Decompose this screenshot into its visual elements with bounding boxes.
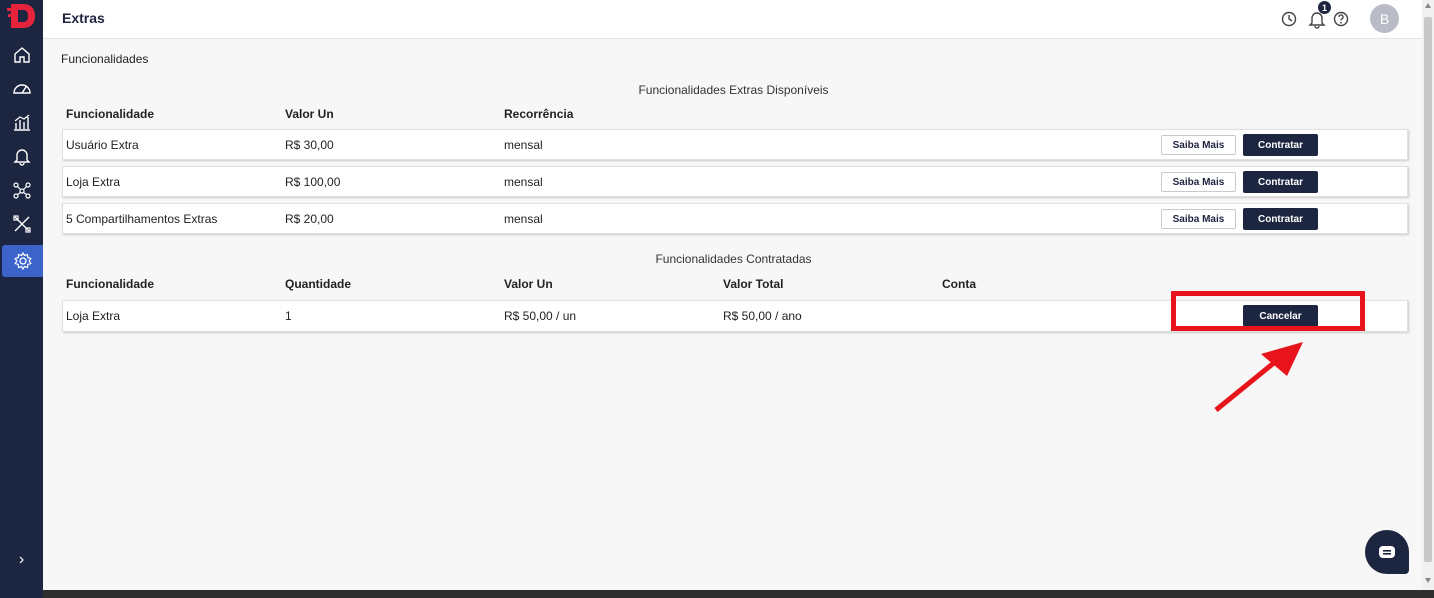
learn-more-button[interactable]: Saiba Mais xyxy=(1161,172,1236,192)
scrollbar-thumb[interactable] xyxy=(1424,17,1432,562)
available-header-unit-price: Valor Un xyxy=(285,107,334,121)
app-logo[interactable] xyxy=(7,2,37,30)
learn-more-button[interactable]: Saiba Mais xyxy=(1161,209,1236,229)
available-header-feature: Funcionalidade xyxy=(66,107,155,121)
sidebar-item-settings[interactable] xyxy=(2,245,43,277)
contracted-header-account: Conta xyxy=(942,277,976,291)
sidebar: › xyxy=(0,0,43,598)
tools-icon xyxy=(12,215,31,233)
row-feature-name: Usuário Extra xyxy=(66,138,139,152)
row-feature-name: Loja Extra xyxy=(66,309,121,323)
row-recurrence: mensal xyxy=(504,175,543,189)
sidebar-item-reports[interactable] xyxy=(0,106,43,138)
user-avatar[interactable]: B xyxy=(1370,4,1399,33)
sidebar-item-integrations[interactable] xyxy=(0,174,43,206)
history-clock-icon[interactable] xyxy=(1279,9,1299,29)
main-content: Extras 1 B Funcionalidades Funcionalidad… xyxy=(43,0,1422,590)
section-label: Funcionalidades xyxy=(61,52,149,66)
hire-button[interactable]: Contratar xyxy=(1243,134,1318,156)
chat-support-button[interactable] xyxy=(1365,530,1409,574)
row-unit-price: R$ 20,00 xyxy=(285,212,334,226)
learn-more-button[interactable]: Saiba Mais xyxy=(1161,135,1236,155)
available-header-recurrence: Recorrência xyxy=(504,107,574,121)
chevron-right-icon: › xyxy=(18,551,25,568)
window-bottom-edge xyxy=(43,590,1434,598)
sidebar-item-dashboard[interactable] xyxy=(0,73,43,105)
chat-icon xyxy=(1379,546,1395,558)
row-feature-name: 5 Compartilhamentos Extras xyxy=(66,212,218,226)
row-quantity: 1 xyxy=(285,309,292,323)
contracted-header-feature: Funcionalidade xyxy=(66,277,155,291)
help-icon[interactable] xyxy=(1331,9,1351,29)
bell-icon xyxy=(12,149,31,166)
scroll-up-arrow-icon[interactable] xyxy=(1425,3,1431,8)
row-unit-price: R$ 100,00 xyxy=(285,175,341,189)
sidebar-item-home[interactable] xyxy=(0,39,43,71)
page-title: Extras xyxy=(62,10,105,26)
home-icon xyxy=(13,47,30,63)
contracted-header-total: Valor Total xyxy=(723,277,784,291)
contracted-header-quantity: Quantidade xyxy=(285,277,352,291)
sidebar-item-tools[interactable] xyxy=(0,208,43,240)
sidebar-expand-button[interactable]: › xyxy=(0,545,43,575)
hire-button[interactable]: Contratar xyxy=(1243,208,1318,230)
notification-badge: 1 xyxy=(1318,1,1331,14)
row-recurrence: mensal xyxy=(504,212,543,226)
gear-icon xyxy=(13,251,32,271)
table-row: Loja Extra R$ 100,00 mensal Saiba Mais C… xyxy=(62,166,1408,197)
table-row: 5 Compartilhamentos Extras R$ 20,00 mens… xyxy=(62,203,1408,234)
sidebar-item-alerts[interactable] xyxy=(0,140,43,172)
row-recurrence: mensal xyxy=(504,138,543,152)
network-icon xyxy=(12,182,31,199)
available-table-title: Funcionalidades Extras Disponíveis xyxy=(638,83,829,97)
row-feature-name: Loja Extra xyxy=(66,175,121,189)
hire-button[interactable]: Contratar xyxy=(1243,171,1318,193)
bar-chart-icon xyxy=(13,114,30,131)
dashboard-gauge-icon xyxy=(12,84,31,94)
row-unit-price: R$ 50,00 / un xyxy=(504,309,577,323)
table-row: Usuário Extra R$ 30,00 mensal Saiba Mais… xyxy=(62,129,1408,160)
top-bar: Extras 1 B xyxy=(43,0,1422,39)
contracted-header-unit-price: Valor Un xyxy=(504,277,553,291)
annotation-arrow-icon xyxy=(1214,342,1303,412)
annotation-highlight-box xyxy=(1171,291,1365,331)
contracted-table-title: Funcionalidades Contratadas xyxy=(655,252,812,266)
row-unit-price: R$ 30,00 xyxy=(285,138,334,152)
scroll-down-arrow-icon[interactable] xyxy=(1425,578,1431,583)
row-total: R$ 50,00 / ano xyxy=(723,309,802,323)
